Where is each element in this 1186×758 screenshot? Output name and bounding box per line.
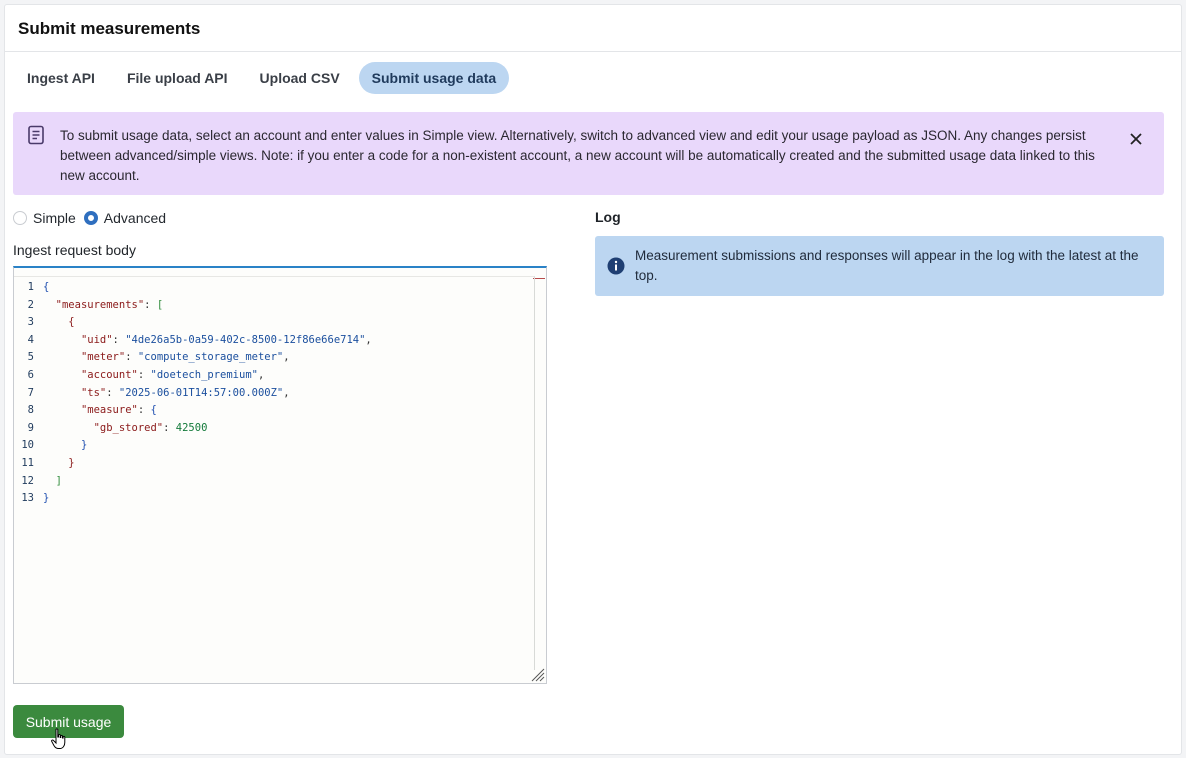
code-line[interactable]: 3 { xyxy=(14,314,75,332)
line-number: 10 xyxy=(21,439,34,452)
code-area[interactable]: 1{2 "measurements": [3 {4 "uid": "4de26a… xyxy=(14,276,535,670)
tab-submit-usage-data[interactable]: Submit usage data xyxy=(358,62,510,94)
line-number: 9 xyxy=(27,421,34,434)
code-line[interactable]: 12 ] xyxy=(14,473,62,491)
info-banner: To submit usage data, select an account … xyxy=(13,112,1164,195)
line-number: 5 xyxy=(27,351,34,364)
log-info-box: Measurement submissions and responses wi… xyxy=(595,236,1164,296)
line-number: 2 xyxy=(27,298,34,311)
tab-bar: Ingest API File upload API Upload CSV Su… xyxy=(14,62,510,94)
code-text: "ts": "2025-06-01T14:57:00.000Z", xyxy=(80,386,290,399)
code-line[interactable]: 7 "ts": "2025-06-01T14:57:00.000Z", xyxy=(14,385,290,403)
radio-advanced[interactable]: Advanced xyxy=(83,210,167,226)
code-text: } xyxy=(68,457,75,469)
close-icon[interactable] xyxy=(1126,129,1146,149)
code-text: "measure": { xyxy=(80,404,157,417)
submit-usage-button[interactable]: Submit usage xyxy=(13,705,124,738)
line-number: 13 xyxy=(21,492,34,505)
code-line[interactable]: 2 "measurements": [ xyxy=(14,297,163,315)
info-icon xyxy=(607,257,625,275)
panel-header: Submit measurements xyxy=(5,5,1181,52)
code-text: { xyxy=(68,316,75,329)
code-line[interactable]: 11 } xyxy=(14,455,75,473)
request-body-label: Ingest request body xyxy=(13,242,136,258)
radio-advanced-control[interactable] xyxy=(83,211,98,225)
radio-simple[interactable]: Simple xyxy=(13,210,76,226)
document-icon xyxy=(26,125,46,145)
code-line[interactable]: 13} xyxy=(14,490,49,508)
line-number: 11 xyxy=(21,457,34,469)
code-text: { xyxy=(43,281,50,293)
line-number: 12 xyxy=(21,474,34,487)
code-text: "account": "doetech_premium", xyxy=(80,369,265,381)
line-number: 6 xyxy=(27,369,34,381)
radio-simple-control[interactable] xyxy=(13,211,27,225)
code-text: ] xyxy=(55,474,62,487)
code-line[interactable]: 8 "measure": { xyxy=(14,402,157,420)
code-line[interactable]: 5 "meter": "compute_storage_meter", xyxy=(14,349,290,367)
hand-pointer-icon xyxy=(50,728,68,750)
line-number: 1 xyxy=(27,281,34,293)
code-line[interactable]: 1{ xyxy=(14,279,50,297)
tab-file-upload-api[interactable]: File upload API xyxy=(114,62,241,94)
code-text: "uid": "4de26a5b-0a59-402c-8500-12f86e66… xyxy=(80,333,372,346)
line-number: 4 xyxy=(27,333,34,346)
code-text: "measurements": [ xyxy=(55,298,164,311)
radio-simple-label: Simple xyxy=(33,210,76,226)
code-line[interactable]: 4 "uid": "4de26a5b-0a59-402c-8500-12f86e… xyxy=(14,332,372,350)
code-text: "gb_stored": 42500 xyxy=(93,421,208,434)
line-number: 7 xyxy=(27,386,34,399)
view-mode-radio-group: Simple Advanced xyxy=(13,210,174,226)
page-title: Submit measurements xyxy=(18,19,201,38)
log-message: Measurement submissions and responses wi… xyxy=(635,248,1139,283)
resize-handle-icon[interactable] xyxy=(529,666,545,682)
log-title: Log xyxy=(595,209,621,225)
code-text: "meter": "compute_storage_meter", xyxy=(80,351,290,364)
banner-text: To submit usage data, select an account … xyxy=(60,128,1095,183)
code-line[interactable]: 9 "gb_stored": 42500 xyxy=(14,420,208,438)
code-line[interactable]: 10 } xyxy=(14,437,87,455)
code-text: } xyxy=(80,439,88,452)
json-editor[interactable]: 1{2 "measurements": [3 {4 "uid": "4de26a… xyxy=(13,266,547,684)
tab-upload-csv[interactable]: Upload CSV xyxy=(247,62,353,94)
tab-ingest-api[interactable]: Ingest API xyxy=(14,62,108,94)
radio-advanced-label: Advanced xyxy=(103,210,167,226)
line-number: 8 xyxy=(27,404,34,417)
code-text: } xyxy=(43,492,50,505)
code-line[interactable]: 6 "account": "doetech_premium", xyxy=(14,367,265,385)
line-number: 3 xyxy=(27,316,34,329)
